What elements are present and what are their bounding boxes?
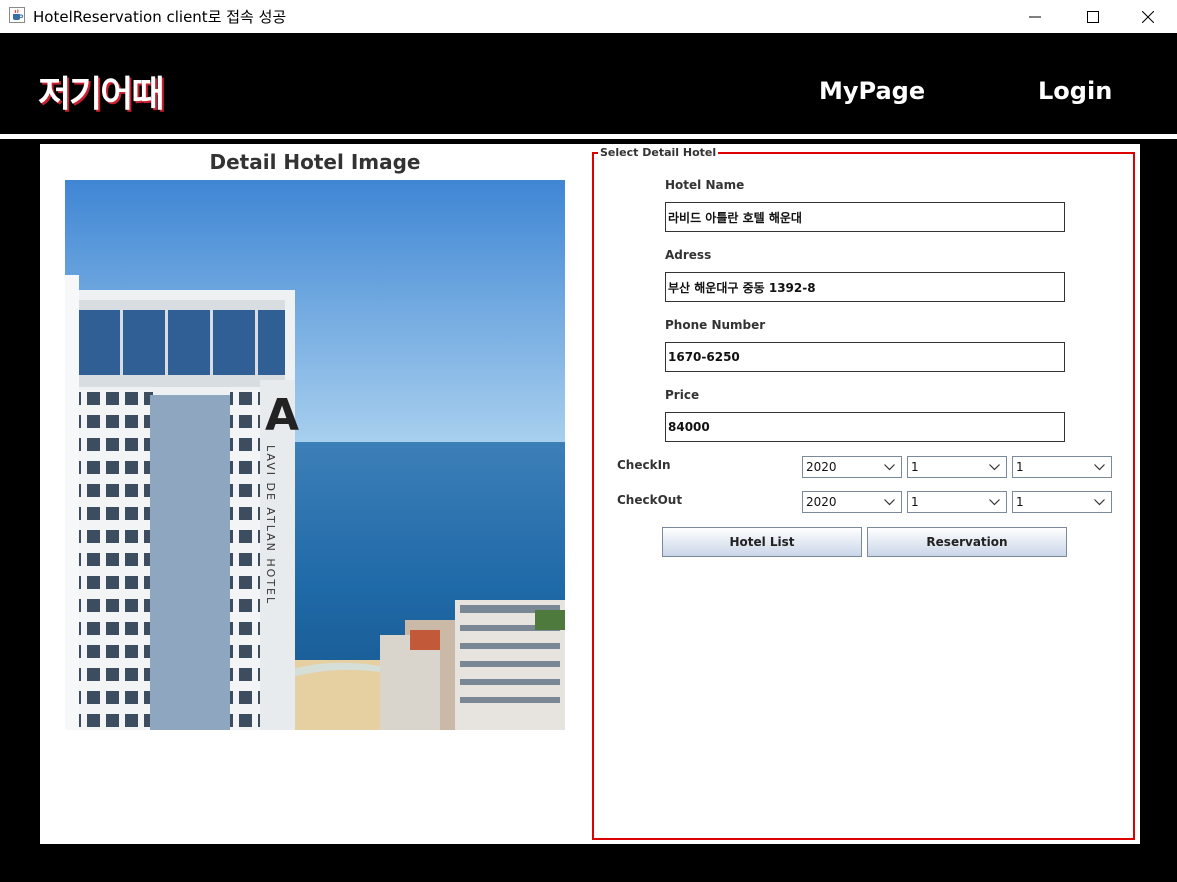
checkin-label: CheckIn — [617, 458, 671, 472]
select-detail-hotel-panel: Select Detail Hotel Hotel Name Adress Ph… — [592, 146, 1135, 840]
login-link[interactable]: Login — [1038, 77, 1112, 105]
address-label: Adress — [665, 248, 712, 262]
window-titlebar: HotelReservation client로 접속 성공 — [0, 0, 1177, 33]
app-logo[interactable]: 저기어때 — [38, 65, 164, 117]
checkin-month-value: 1 — [911, 460, 919, 474]
chevron-down-icon — [989, 499, 1000, 506]
chevron-down-icon — [1094, 464, 1105, 471]
checkin-day-value: 1 — [1016, 460, 1024, 474]
checkin-day-select[interactable]: 1 — [1012, 456, 1112, 478]
chevron-down-icon — [1094, 499, 1105, 506]
hotel-sign-letter: A — [265, 390, 299, 441]
phone-number-label: Phone Number — [665, 318, 766, 332]
checkout-day-value: 1 — [1016, 495, 1024, 509]
maximize-button[interactable] — [1064, 0, 1122, 33]
header-divider — [0, 134, 1177, 139]
minimize-icon — [1029, 16, 1041, 17]
checkin-year-value: 2020 — [806, 460, 837, 474]
java-coffee-icon — [9, 7, 25, 23]
checkout-year-value: 2020 — [806, 495, 837, 509]
checkout-year-select[interactable]: 2020 — [802, 491, 902, 513]
price-field[interactable] — [665, 412, 1065, 442]
hotel-name-label: Hotel Name — [665, 178, 745, 192]
hotel-list-button[interactable]: Hotel List — [662, 527, 862, 557]
phone-number-field[interactable] — [665, 342, 1065, 372]
hotel-sign-text: LAVI DE ATLAN HOTEL — [264, 445, 277, 605]
close-button[interactable] — [1119, 0, 1177, 33]
checkout-label: CheckOut — [617, 493, 683, 507]
checkin-year-select[interactable]: 2020 — [802, 456, 902, 478]
address-field[interactable] — [665, 272, 1065, 302]
image-panel-title: Detail Hotel Image — [209, 150, 421, 174]
price-label: Price — [665, 388, 700, 402]
window-title: HotelReservation client로 접속 성공 — [33, 8, 287, 26]
maximize-icon — [1087, 10, 1099, 23]
chevron-down-icon — [989, 464, 1000, 471]
hotel-image: A LAVI DE ATLAN HOTEL — [65, 180, 565, 730]
checkin-month-select[interactable]: 1 — [907, 456, 1007, 478]
chevron-down-icon — [884, 499, 895, 506]
checkout-day-select[interactable]: 1 — [1012, 491, 1112, 513]
main-panel: Detail Hotel Image A LAVI DE ATLAN HOTEL… — [40, 144, 1140, 844]
chevron-down-icon — [884, 464, 895, 471]
reservation-button[interactable]: Reservation — [867, 527, 1067, 557]
minimize-button[interactable] — [1006, 0, 1064, 33]
checkout-month-select[interactable]: 1 — [907, 491, 1007, 513]
mypage-link[interactable]: MyPage — [819, 77, 925, 105]
app-header: 저기어때 MyPage Login — [0, 33, 1177, 133]
checkout-month-value: 1 — [911, 495, 919, 509]
close-icon — [1142, 10, 1154, 23]
hotel-name-field[interactable] — [665, 202, 1065, 232]
panel-legend: Select Detail Hotel — [598, 146, 719, 159]
